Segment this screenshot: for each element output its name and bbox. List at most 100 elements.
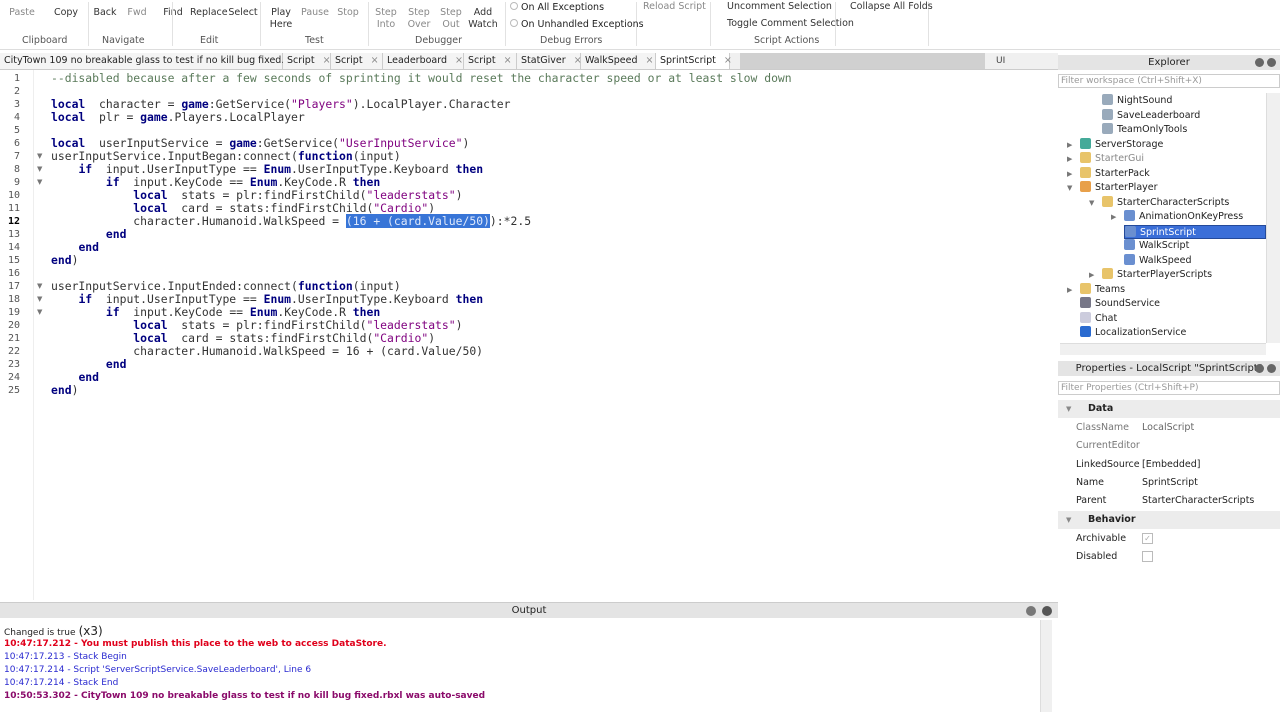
tab-citytown-109-no-breakable-glass-to-test-if-no-kill-bug-fixed-rbxl[interactable]: CityTown 109 no breakable glass to test … [0,53,319,69]
tab-label: SprintScript [660,55,716,66]
tab-walkspeed[interactable]: WalkSpeed × [581,53,656,69]
fold-arrow-icon[interactable]: ▼ [37,150,42,163]
code-token: end [105,357,127,371]
explorer-item[interactable]: Chat [1080,311,1117,326]
expand-arrow-icon[interactable]: ▶ [1067,167,1072,181]
collapse-all-folds-button[interactable]: Collapse All Folds [850,1,933,13]
property-value[interactable]: StarterCharacterScripts [1142,492,1254,510]
explorer-item[interactable]: NightSound [1102,94,1172,108]
ribbon-step-into-button[interactable]: Step Into [368,7,404,31]
property-value[interactable]: LocalScript [1142,419,1194,437]
code-token: input.KeyCode == [119,175,250,189]
close-tab-icon[interactable]: × [371,55,379,66]
output-scrollbar[interactable] [1040,620,1052,712]
tab-leaderboard[interactable]: Leaderboard × [383,53,464,69]
collapse-arrow-icon[interactable]: ▼ [1066,400,1071,418]
tab-script[interactable]: Script × [464,53,517,69]
property-value[interactable]: SprintScript [1142,474,1198,492]
properties-filter-input[interactable]: Filter Properties (Ctrl+Shift+P) [1058,381,1280,395]
explorer-item[interactable]: TeamOnlyTools [1102,123,1187,137]
close-tab-icon[interactable]: × [455,55,463,66]
explorer-window-controls[interactable] [1252,57,1276,72]
explorer-item[interactable]: SprintScript [1124,224,1266,239]
collapse-arrow-icon[interactable]: ▼ [1089,196,1094,210]
explorer-item[interactable]: StarterCharacterScripts [1102,195,1229,210]
expand-arrow-icon[interactable]: ▶ [1111,210,1116,224]
ribbon-stop-button[interactable]: Stop [330,7,366,19]
on-unhandled-exceptions-radio[interactable]: On Unhandled Exceptions [510,19,644,30]
close-tab-icon[interactable]: × [504,55,512,66]
explorer-item[interactable]: StarterPack [1080,166,1150,181]
expand-arrow-icon[interactable]: ▶ [1067,152,1072,166]
fold-arrow-icon[interactable]: ▼ [37,293,42,306]
fold-arrow-icon[interactable]: ▼ [37,280,42,293]
code-token: function [297,279,353,293]
collapse-arrow-icon[interactable]: ▼ [1067,181,1072,195]
property-value[interactable]: [Embedded] [1142,456,1200,474]
fold-arrow-icon[interactable]: ▼ [37,306,42,319]
explorer-item[interactable]: SaveLeaderboard [1102,108,1200,123]
explorer-item[interactable]: AnimationOnKeyPress [1124,210,1243,224]
property-name: Archivable [1076,532,1127,544]
close-tab-icon[interactable]: × [646,55,654,66]
text-selection: (16 + (card.Value/50) [345,214,490,228]
ribbon-find-button[interactable]: Find [155,7,191,19]
ribbon-step-over-button[interactable]: Step Over [401,7,437,31]
tab-sprintscript[interactable]: SprintScript × [656,53,732,69]
explorer-vscrollbar[interactable] [1266,93,1280,343]
explorer-item[interactable]: WalkSpeed [1124,253,1192,268]
explorer-filter-input[interactable]: Filter workspace (Ctrl+Shift+X) [1058,74,1280,88]
explorer-item[interactable]: StarterPlayer [1080,181,1158,195]
on-all-exceptions-radio[interactable]: On All Exceptions [510,2,604,13]
property-archivable-checkbox[interactable]: ✓ [1142,532,1153,544]
expand-arrow-icon[interactable]: ▶ [1067,138,1072,152]
close-tab-icon[interactable]: × [724,55,732,66]
ribbon-pause-button[interactable]: Pause [297,7,333,19]
ribbon-replace-button[interactable]: Replace [190,7,228,19]
explorer-item[interactable]: Teams [1080,282,1125,297]
line-number: 22 [7,346,20,357]
explorer-item[interactable]: ServerStorage [1080,137,1163,152]
uncomment-selection-button[interactable]: Uncomment Selection [727,1,832,13]
reload-script-button[interactable]: Reload Script [643,1,706,13]
explorer-item[interactable]: LocalizationService [1080,326,1186,340]
explorer-item[interactable]: SoundService [1080,297,1160,311]
output-float-icon[interactable] [1026,606,1036,616]
properties-window-controls[interactable] [1252,363,1276,378]
close-tab-icon[interactable]: × [323,55,331,66]
explorer-item[interactable]: StarterGui [1080,152,1144,166]
script-editor[interactable]: 1 2 3 4 5 6 7 8 9 10 11 12 13 14 15 16 17 18 19 20 21 22 23 24 2… [0,70,1058,600]
tab-script[interactable]: Script × [283,53,331,69]
tab-script[interactable]: Script × [331,53,383,69]
toggle-comment-selection-button[interactable]: Toggle Comment Selection [727,18,854,30]
ribbon-step-out-button[interactable]: Step Out [433,7,469,31]
ribbon-paste-button[interactable]: Paste [4,7,40,19]
property-category-behavior[interactable]: ▼ Behavior [1058,510,1280,529]
ribbon-back-button[interactable]: Back [87,7,123,19]
collapse-arrow-icon[interactable]: ▼ [1066,511,1071,529]
property-disabled-checkbox[interactable] [1142,550,1153,562]
explorer-item[interactable]: StarterPlayerScripts [1102,268,1212,282]
ui-toggle[interactable]: UI [996,56,1005,66]
fold-arrow-icon[interactable]: ▼ [37,163,42,176]
ribbon-add-watch-button[interactable]: Add Watch [465,7,501,31]
line-number: 7 [13,151,20,162]
ribbon-select-button[interactable]: Select [225,7,261,19]
expand-arrow-icon[interactable]: ▶ [1067,283,1072,297]
output-close-icon[interactable] [1042,606,1052,616]
ribbon-fwd-button[interactable]: Fwd [119,7,155,19]
fold-arrow-icon[interactable]: ▼ [37,176,42,189]
ribbon-play-here-button[interactable]: Play Here [263,7,299,31]
line-number: 20 [7,320,20,331]
ribbon-copy-button[interactable]: Copy [48,7,84,19]
ribbon-divider [260,2,261,46]
ribbon-divider [88,2,89,46]
property-category-data[interactable]: ▼ Data [1058,400,1280,418]
explorer-item[interactable]: WalkScript [1124,239,1189,253]
explorer-hscrollbar[interactable] [1060,343,1266,355]
tab-statgiver[interactable]: StatGiver × [517,53,582,69]
expand-arrow-icon[interactable]: ▶ [1089,268,1094,282]
code-token: card = stats:findFirstChild( [167,331,374,345]
